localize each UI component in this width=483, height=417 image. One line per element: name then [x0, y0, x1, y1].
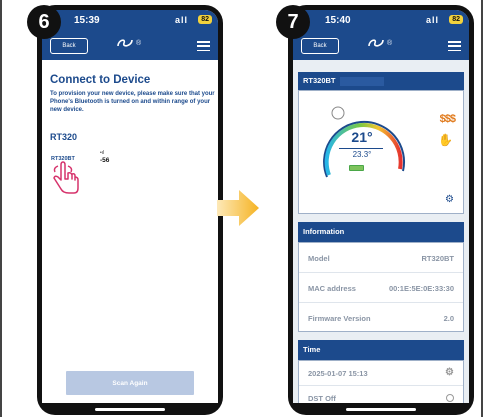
device-group-label: RT320	[50, 132, 78, 142]
brand-mark: ®	[136, 40, 142, 47]
menu-icon[interactable]	[448, 41, 461, 52]
settings-gear-icon[interactable]: ⚙	[445, 194, 454, 205]
info-value: 00:1E:5E:0E:33:30	[388, 284, 454, 293]
page-description: To provision your new device, please mak…	[50, 91, 215, 113]
info-value: 2.0	[443, 314, 454, 323]
nav-row: Back ®	[42, 36, 218, 56]
home-indicator	[346, 408, 416, 411]
scan-again-button[interactable]: Scan Again	[66, 371, 194, 395]
status-bar: 15:40 all 82	[293, 10, 469, 32]
brand-logo-icon	[116, 36, 134, 53]
dst-toggle-icon[interactable]	[446, 394, 454, 403]
home-indicator	[95, 408, 165, 411]
tap-hand-icon	[53, 161, 79, 194]
time-settings-gear-icon[interactable]: ⚙	[445, 367, 454, 378]
brand-logo-icon	[367, 36, 385, 53]
info-label: MAC address	[308, 284, 356, 293]
info-row-model: Model RT320BT	[299, 243, 463, 273]
menu-icon[interactable]	[197, 41, 210, 52]
phone-connect: 15:39 all 82 Back ® Connect to Device To…	[37, 5, 223, 415]
signal-icon: all	[425, 15, 439, 25]
step-badge-7: 7	[276, 5, 310, 39]
battery-icon: 82	[449, 15, 463, 24]
screen-connect: 15:39 all 82 Back ® Connect to Device To…	[42, 10, 218, 403]
info-value: RT320BT	[421, 254, 454, 263]
room-temperature: 23.3°	[352, 150, 372, 159]
back-button[interactable]: Back	[301, 38, 339, 54]
information-header: Information	[298, 222, 464, 242]
info-row-mac: MAC address 00:1E:5E:0E:33:30	[299, 273, 463, 303]
time-row-datetime[interactable]: 2025-01-07 15:13 ⚙	[299, 361, 463, 386]
phone-device: 15:40 all 82 Back ® RT320BT 21° 23.3° $$…	[288, 5, 474, 415]
rssi-value: -56	[100, 157, 110, 164]
signal-icon: all	[174, 15, 188, 25]
heating-icon: $$$	[439, 113, 456, 125]
info-row-firmware: Firmware Version 2.0	[299, 303, 463, 333]
datetime-value: 2025-01-07 15:13	[308, 369, 368, 378]
time-row-dst: DST Off	[299, 386, 463, 403]
info-label: Model	[308, 254, 330, 263]
app-header: 15:39 all 82 Back ®	[42, 10, 218, 60]
brand-mark: ®	[387, 40, 393, 47]
app-header: 15:40 all 82 Back ®	[293, 10, 469, 60]
arrow-right-icon	[217, 190, 259, 226]
rssi-signal-icon: •ıl	[100, 150, 105, 156]
information-card: Model RT320BT MAC address 00:1E:5E:0E:33…	[298, 242, 464, 332]
device-card-header: RT320BT	[298, 72, 464, 90]
screen-device: 15:40 all 82 Back ® RT320BT 21° 23.3° $$…	[293, 10, 469, 403]
status-bar: 15:39 all 82	[42, 10, 218, 32]
status-time: 15:39	[74, 15, 100, 26]
thermostat-card: 21° 23.3° $$$ ✋ ⚙	[298, 90, 464, 214]
info-label: Firmware Version	[308, 314, 371, 323]
device-battery-icon	[349, 165, 364, 171]
battery-icon: 82	[198, 15, 212, 24]
set-temperature: 21°	[351, 129, 373, 145]
manual-mode-icon: ✋	[438, 133, 453, 147]
status-time: 15:40	[325, 15, 351, 26]
device-name-mask	[339, 76, 384, 86]
back-button[interactable]: Back	[50, 38, 88, 54]
device-title: RT320BT	[303, 76, 336, 85]
dial-divider	[339, 148, 383, 149]
nav-row: Back ®	[293, 36, 469, 56]
dst-value: DST Off	[308, 394, 336, 403]
time-header: Time	[298, 340, 464, 360]
step-badge-6: 6	[27, 5, 61, 39]
page-title: Connect to Device	[50, 74, 151, 86]
time-card: 2025-01-07 15:13 ⚙ DST Off	[298, 360, 464, 403]
